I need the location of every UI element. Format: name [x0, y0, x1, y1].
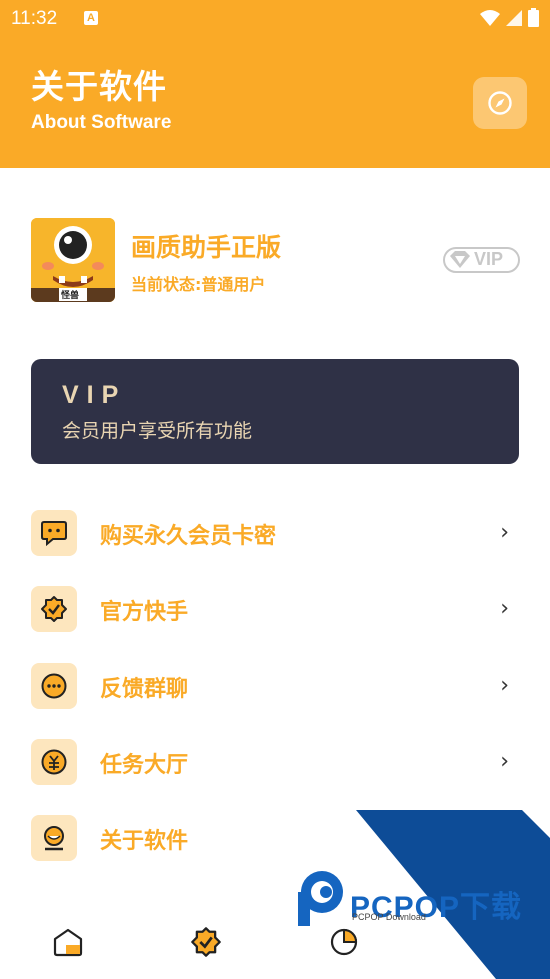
app-logo: 怪兽: [31, 218, 115, 302]
tab-home[interactable]: [48, 922, 88, 962]
pie-chart-icon: [330, 928, 358, 956]
vip-badge-label: VIP: [474, 249, 504, 269]
menu-item-buy-membership[interactable]: 购买永久会员卡密 ›: [31, 510, 519, 558]
menu-item-label: 购买永久会员卡密: [100, 524, 277, 549]
vip-card[interactable]: VIP 会员用户享受所有功能: [31, 359, 519, 464]
header-bar: 11:32 A 关于软件 About Software: [0, 0, 550, 168]
page-title: 关于软件: [31, 67, 167, 106]
menu-item-feedback-group[interactable]: 反馈群聊 ›: [31, 663, 519, 711]
vip-card-title: VIP: [62, 381, 127, 409]
menu-item-label: 关于软件: [100, 829, 189, 854]
app-name: 画质助手正版: [131, 233, 282, 262]
menu-item-label: 反馈群聊: [100, 677, 189, 702]
battery-icon: [528, 8, 539, 27]
info-icon: [31, 815, 77, 861]
bottom-tab-bar: [0, 908, 550, 979]
compass-button[interactable]: [473, 77, 527, 129]
coin-icon: [31, 739, 77, 785]
chevron-right-icon: ›: [500, 673, 509, 698]
menu-item-task-hall[interactable]: 任务大厅 ›: [31, 739, 519, 787]
chevron-right-icon: ›: [500, 520, 509, 545]
vip-badge: VIP: [443, 247, 520, 277]
tab-stats[interactable]: [324, 922, 364, 962]
verified-badge-icon: [191, 927, 221, 957]
compass-icon: [488, 91, 512, 115]
signal-icon: [506, 9, 522, 26]
chat-icon: [31, 510, 77, 556]
vip-card-subtitle: 会员用户享受所有功能: [62, 420, 253, 442]
chevron-right-icon: ›: [500, 749, 509, 774]
message-dots-icon: [31, 663, 77, 709]
page-subtitle: About Software: [31, 112, 172, 133]
menu-item-label: 任务大厅: [100, 753, 189, 778]
notification-icon: A: [84, 11, 98, 25]
chevron-right-icon: ›: [500, 596, 509, 621]
membership-status: 当前状态:普通用户: [131, 275, 266, 294]
menu-item-official-kuaishou[interactable]: 官方快手 ›: [31, 586, 519, 634]
status-icons: [480, 8, 539, 27]
status-bar: 11:32 A: [0, 0, 550, 38]
status-time: 11:32: [11, 8, 58, 29]
app-logo-tag: 怪兽: [61, 291, 80, 301]
home-icon: [53, 928, 83, 957]
verified-badge-icon: [31, 586, 77, 632]
menu-item-label: 官方快手: [100, 600, 189, 625]
tab-verified[interactable]: [186, 922, 226, 962]
wifi-icon: [480, 9, 500, 26]
